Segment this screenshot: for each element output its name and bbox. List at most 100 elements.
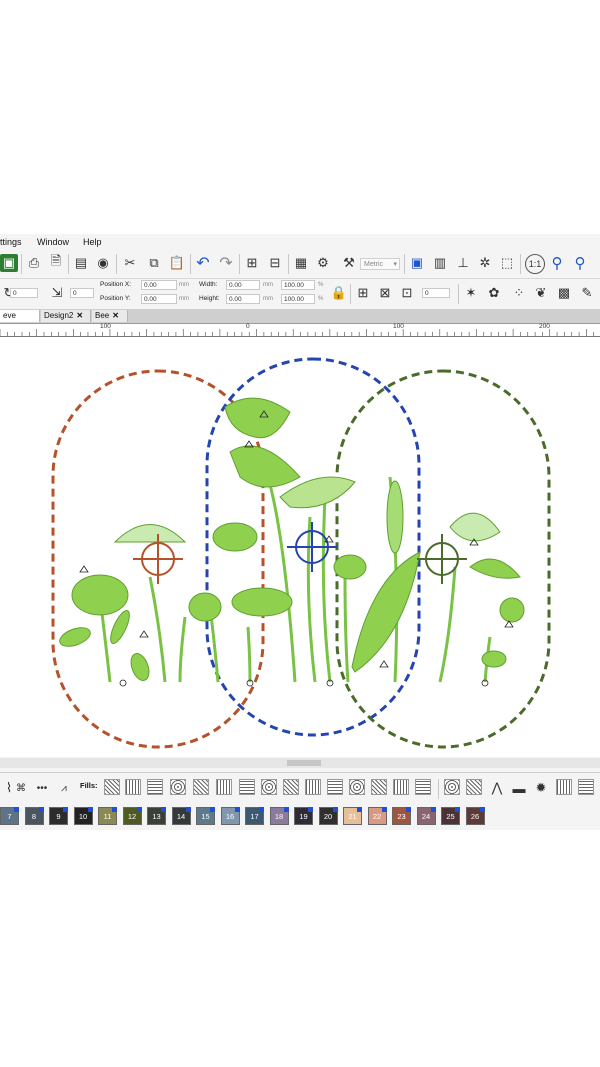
position-x-field[interactable]: 0.00: [141, 280, 177, 290]
import-icon[interactable]: ⊞: [243, 254, 261, 272]
chevron-tool-icon[interactable]: ⋀: [488, 779, 506, 797]
width-percent-field[interactable]: 100.00: [281, 280, 315, 290]
fill-pattern-mesh-icon[interactable]: [305, 779, 321, 795]
color-swatch-18[interactable]: 18: [269, 807, 289, 825]
tab-eve-v9[interactable]: eve V9✕: [0, 310, 40, 332]
scatter-icon[interactable]: ⁘: [510, 284, 528, 302]
fill-pattern-wave-icon[interactable]: [170, 779, 186, 795]
spinner-field[interactable]: 0: [422, 288, 450, 298]
color-swatch-20[interactable]: 20: [318, 807, 338, 825]
close-icon[interactable]: ✕: [76, 311, 83, 320]
save-icon[interactable]: ▣: [0, 254, 18, 272]
fill-pattern-waves-icon[interactable]: [556, 779, 572, 795]
units-dropdown[interactable]: Metric ▾: [360, 258, 400, 270]
gear-fill-icon[interactable]: ✹: [532, 779, 550, 797]
color-swatch-25[interactable]: 25: [441, 807, 460, 825]
color-swatch-14[interactable]: 14: [171, 807, 191, 825]
fill-pattern-dots-icon[interactable]: [283, 779, 299, 795]
lock-icon[interactable]: 🔒: [330, 284, 348, 302]
zoom-1-1-icon[interactable]: 1:1: [525, 254, 545, 274]
tab-bee[interactable]: Bee ✕: [92, 310, 128, 322]
redo-icon[interactable]: ↷: [217, 254, 235, 272]
fill-pattern-diagonal-icon[interactable]: [104, 779, 120, 795]
color-swatch-16[interactable]: 16: [220, 807, 240, 825]
height-percent-field[interactable]: 100.00: [281, 294, 315, 304]
color-swatch-19[interactable]: 19: [294, 807, 313, 825]
color-swatch-11[interactable]: 11: [98, 807, 117, 825]
print-icon[interactable]: ⎙: [25, 254, 43, 272]
color-swatch-17[interactable]: 17: [245, 807, 264, 825]
horizontal-scrollbar[interactable]: [0, 758, 600, 768]
layers-icon[interactable]: ▦: [292, 254, 310, 272]
leaf-icon[interactable]: ❦: [532, 284, 550, 302]
chain-stitch-icon[interactable]: ⌘: [12, 779, 30, 797]
color-swatch-24[interactable]: 24: [416, 807, 436, 825]
menu-window[interactable]: Window: [37, 234, 69, 250]
close-icon[interactable]: ✕: [112, 311, 119, 320]
cut-icon[interactable]: ✂: [121, 254, 139, 272]
fill-pattern-cross-icon[interactable]: [261, 779, 277, 795]
height-field[interactable]: 0.00: [226, 294, 260, 304]
grid-icon[interactable]: ▣: [408, 254, 426, 272]
fill-pattern-arc-icon[interactable]: [239, 779, 255, 795]
design-canvas[interactable]: [0, 337, 600, 757]
width-field[interactable]: 0.00: [226, 280, 260, 290]
tab-design2[interactable]: Design2 ✕: [41, 310, 91, 322]
tools-icon[interactable]: ⚒: [340, 254, 358, 272]
fill-pattern-heart-icon[interactable]: [216, 779, 232, 795]
color-swatch-22[interactable]: 22: [367, 807, 387, 825]
brush-icon[interactable]: ✎: [578, 284, 596, 302]
fill-pattern-flower-icon[interactable]: [193, 779, 209, 795]
fill-pattern-vertical-icon[interactable]: [125, 779, 141, 795]
undo-icon[interactable]: ↶: [194, 254, 212, 272]
fill-pattern-herringbone-icon[interactable]: [578, 779, 594, 795]
ungroup-icon[interactable]: ⊡: [398, 284, 416, 302]
mirror-icon[interactable]: ⇲: [48, 284, 66, 302]
stamp-icon[interactable]: ⊥: [454, 254, 472, 272]
fill-pattern-zigzag-icon[interactable]: [466, 779, 482, 795]
scrollbar-thumb[interactable]: [287, 760, 321, 766]
export-machine-icon[interactable]: ▤: [72, 254, 90, 272]
menu-help[interactable]: Help: [83, 234, 102, 250]
copy-icon[interactable]: ⧉: [145, 254, 163, 272]
mirror-field[interactable]: 0: [70, 288, 94, 298]
color-swatch-8[interactable]: 8: [24, 807, 44, 825]
film-icon[interactable]: ▥: [431, 254, 449, 272]
fill-pattern-scroll-icon[interactable]: [415, 779, 431, 795]
zoom-in-icon[interactable]: ⚲: [571, 254, 589, 272]
color-swatch-13[interactable]: 13: [147, 807, 166, 825]
pattern-icon[interactable]: ▩: [555, 284, 573, 302]
star-tool-icon[interactable]: ✶: [462, 284, 480, 302]
position-y-field[interactable]: 0.00: [141, 294, 177, 304]
color-swatch-23[interactable]: 23: [392, 807, 411, 825]
rotate-field[interactable]: 0: [10, 288, 38, 298]
fill-pattern-x-icon[interactable]: [349, 779, 365, 795]
zoom-fit-icon[interactable]: ⚲: [548, 254, 566, 272]
spiral-icon[interactable]: ✲: [476, 254, 494, 272]
paste-icon[interactable]: 📋: [168, 254, 186, 272]
color-swatch-7[interactable]: 7: [0, 807, 19, 825]
color-swatch-26[interactable]: 26: [465, 807, 485, 825]
color-swatch-21[interactable]: 21: [343, 807, 362, 825]
stitch-player-icon[interactable]: ◉: [94, 254, 112, 272]
color-swatch-9[interactable]: 9: [49, 807, 68, 825]
line-tool-icon[interactable]: ▬: [510, 779, 528, 797]
frame-icon[interactable]: ⬚: [498, 254, 516, 272]
export-icon[interactable]: ⊟: [266, 254, 284, 272]
fill-pattern-grid-icon[interactable]: [147, 779, 163, 795]
bead-stitch-icon[interactable]: •••: [33, 779, 51, 797]
color-swatch-15[interactable]: 15: [196, 807, 215, 825]
settings-icon[interactable]: ⚙: [314, 254, 332, 272]
color-swatch-12[interactable]: 12: [122, 807, 142, 825]
green-hoop-center[interactable]: [417, 534, 467, 584]
fill-pattern-triangles-icon[interactable]: [327, 779, 343, 795]
fill-pattern-knot-icon[interactable]: [371, 779, 387, 795]
blue-hoop-center[interactable]: [287, 522, 337, 572]
group-icon[interactable]: ⊠: [376, 284, 394, 302]
print-preview-icon[interactable]: 🗎: [47, 253, 65, 272]
flower-tool-icon[interactable]: ✿: [485, 284, 503, 302]
align-icon[interactable]: ⊞: [354, 284, 372, 302]
color-swatch-10[interactable]: 10: [73, 807, 93, 825]
menu-settings[interactable]: ttings: [0, 234, 22, 250]
fill-pattern-stripes-icon[interactable]: [444, 779, 460, 795]
